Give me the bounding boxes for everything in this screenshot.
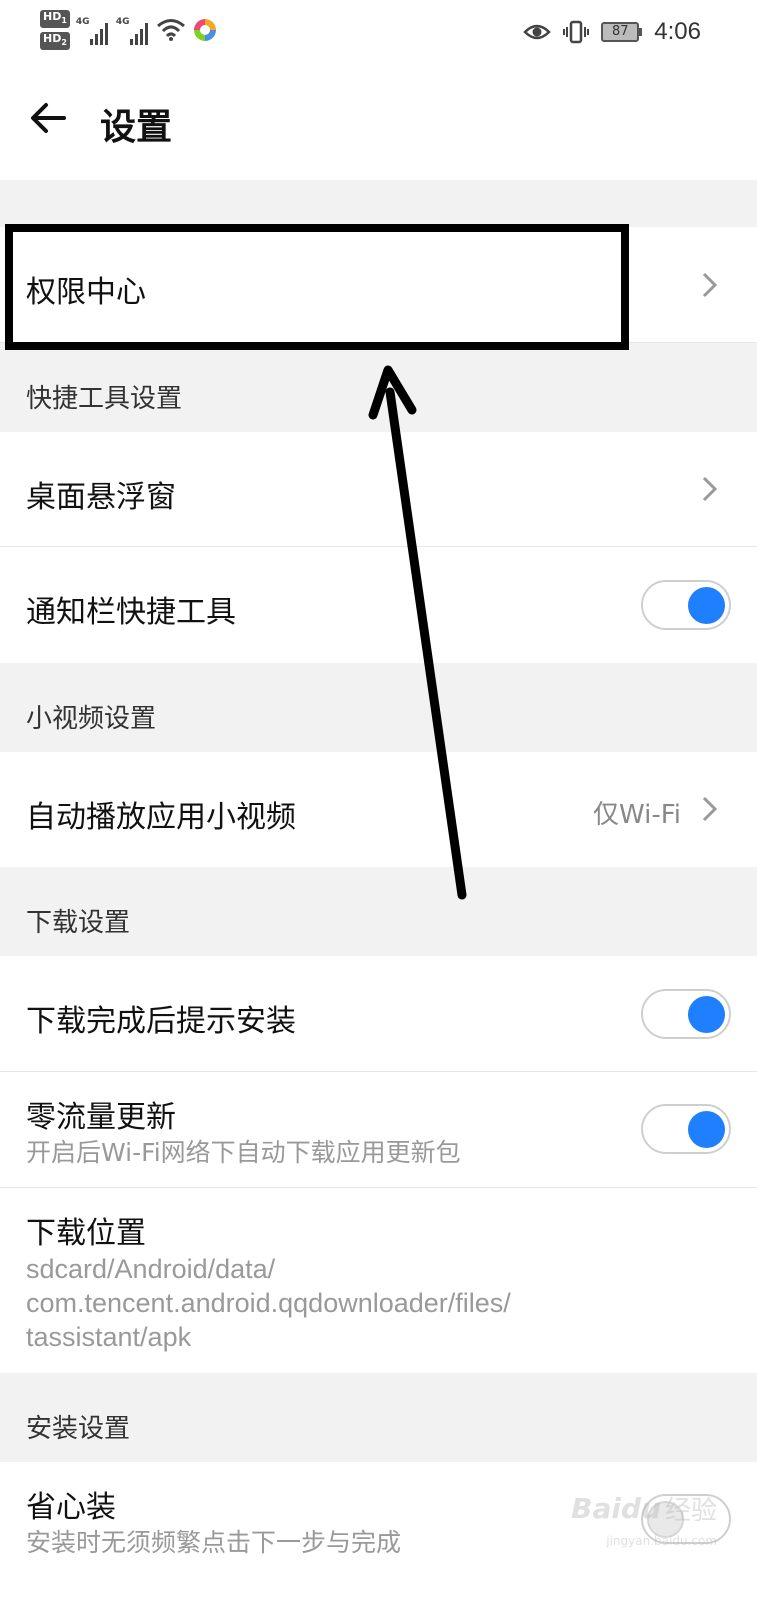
section-quick-tools: 快捷工具设置 — [0, 343, 757, 432]
battery-icon: 87 — [601, 22, 643, 42]
permission-center-row[interactable]: 权限中心 — [0, 227, 757, 343]
status-bar: HD1 HD2 4G 4G 87 4:06 — [0, 0, 757, 64]
eye-icon — [523, 24, 552, 40]
row-sublabel: 安装时无须频繁点击下一步与完成 — [26, 1528, 402, 1557]
notification-tools-toggle[interactable] — [641, 580, 731, 630]
status-left: HD1 HD2 4G 4G — [40, 10, 218, 51]
install-prompt-row: 下载完成后提示安装 — [0, 956, 757, 1072]
row-label: 省心装 — [26, 1490, 116, 1525]
hd-badge-2: HD2 — [40, 32, 70, 51]
download-path-line-3: tassistant/apk — [26, 1322, 192, 1352]
row-sublabel: 开启后Wi-Fi网络下自动下载应用更新包 — [26, 1138, 461, 1167]
zero-traffic-toggle[interactable] — [641, 1104, 731, 1154]
signal-icon-1: 4G — [76, 15, 110, 46]
download-location-row[interactable]: 下载位置 sdcard/Android/data/ com.tencent.an… — [0, 1188, 757, 1373]
status-right: 87 4:06 — [523, 18, 701, 46]
section-download: 下载设置 — [0, 867, 757, 956]
row-label: 自动播放应用小视频 — [26, 800, 296, 835]
page-title: 设置 — [100, 107, 173, 148]
row-label: 零流量更新 — [26, 1100, 176, 1135]
row-value: 仅Wi-Fi — [592, 800, 681, 830]
row-label: 下载位置 — [26, 1216, 146, 1251]
easy-install-row: 省心装 安装时无须频繁点击下一步与完成 — [0, 1462, 757, 1600]
chevron-right-icon — [702, 272, 718, 298]
app-logo-icon — [193, 19, 216, 42]
baidu-watermark: Baidu 经验 jingyan.baidu.com — [571, 1492, 717, 1548]
section-spacer — [0, 180, 757, 227]
section-label: 安装设置 — [26, 1414, 131, 1444]
signal-icon-2: 4G — [116, 15, 150, 46]
chevron-right-icon — [702, 796, 718, 822]
back-arrow-icon[interactable] — [28, 98, 68, 138]
download-path-line-1: sdcard/Android/data/ — [26, 1254, 276, 1284]
section-label: 快捷工具设置 — [26, 384, 183, 414]
section-label: 下载设置 — [26, 908, 131, 938]
title-bar: 设置 — [0, 64, 757, 180]
floating-window-row[interactable]: 桌面悬浮窗 — [0, 432, 757, 547]
install-prompt-toggle[interactable] — [641, 989, 731, 1039]
vibrate-icon — [563, 20, 590, 44]
row-label: 通知栏快捷工具 — [26, 595, 236, 630]
notification-tools-row: 通知栏快捷工具 — [0, 547, 757, 663]
section-short-video: 小视频设置 — [0, 663, 757, 752]
section-install: 安装设置 — [0, 1373, 757, 1462]
row-label: 权限中心 — [26, 275, 146, 310]
zero-traffic-row: 零流量更新 开启后Wi-Fi网络下自动下载应用更新包 — [0, 1072, 757, 1188]
row-label: 桌面悬浮窗 — [26, 480, 176, 515]
section-label: 小视频设置 — [26, 704, 157, 734]
clock: 4:06 — [654, 18, 701, 45]
hd-badge-1: HD1 — [40, 10, 70, 29]
autoplay-video-row[interactable]: 自动播放应用小视频 仅Wi-Fi — [0, 752, 757, 867]
download-path-line-2: com.tencent.android.qqdownloader/files/ — [26, 1288, 511, 1318]
wifi-icon — [156, 19, 185, 42]
chevron-right-icon — [702, 476, 718, 502]
row-label: 下载完成后提示安装 — [26, 1004, 296, 1039]
